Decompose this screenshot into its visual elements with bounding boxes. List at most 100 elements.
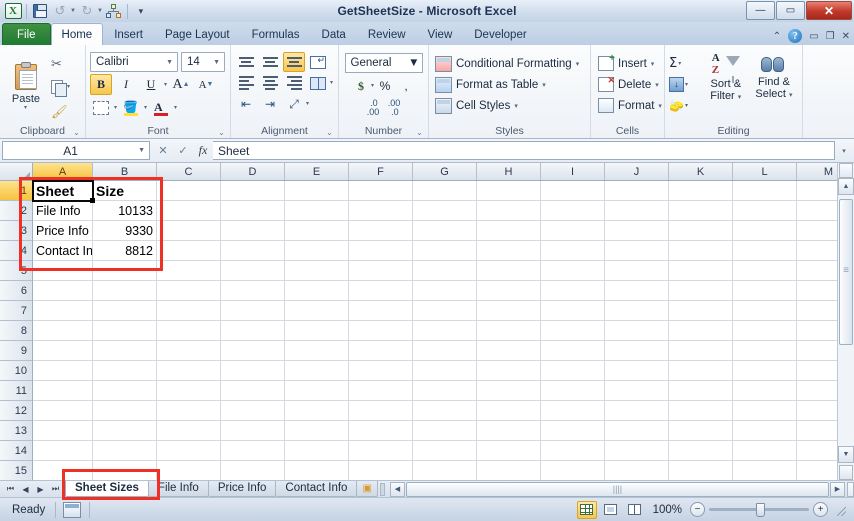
align-left-button[interactable] <box>235 73 257 93</box>
cell-G4[interactable] <box>413 241 477 261</box>
cell-I7[interactable] <box>541 301 605 321</box>
cell-A4[interactable]: Contact In <box>33 241 93 261</box>
resize-grip[interactable] <box>834 504 846 516</box>
font-size-dropdown-icon[interactable]: ▼ <box>211 59 222 66</box>
cell-B5[interactable] <box>93 261 157 281</box>
cell-E4[interactable] <box>285 241 349 261</box>
comma-format-button[interactable]: , <box>396 76 416 96</box>
row-header-8[interactable]: 8 <box>0 321 32 341</box>
cell-A14[interactable] <box>33 441 93 461</box>
find-select-dropdown-icon[interactable]: ▾ <box>789 92 793 99</box>
cell-B9[interactable] <box>93 341 157 361</box>
cell-D1[interactable] <box>221 181 285 201</box>
sheet-tab-contact-info[interactable]: Contact Info <box>275 480 358 497</box>
cell-H3[interactable] <box>477 221 541 241</box>
cell-F8[interactable] <box>349 321 413 341</box>
cell-G7[interactable] <box>413 301 477 321</box>
paste-button[interactable]: Paste ▾ <box>4 50 48 122</box>
cell-H1[interactable] <box>477 181 541 201</box>
cell-K11[interactable] <box>669 381 733 401</box>
borders-button[interactable] <box>90 97 112 118</box>
cell-K4[interactable] <box>669 241 733 261</box>
normal-view-button[interactable] <box>576 500 597 519</box>
cell-J6[interactable] <box>605 281 669 301</box>
align-middle-button[interactable] <box>259 52 281 72</box>
cell-F11[interactable] <box>349 381 413 401</box>
cell-I11[interactable] <box>541 381 605 401</box>
cell-J5[interactable] <box>605 261 669 281</box>
row-header-11[interactable]: 11 <box>0 381 32 401</box>
cell-J4[interactable] <box>605 241 669 261</box>
cell-B14[interactable] <box>93 441 157 461</box>
cell-F15[interactable] <box>349 461 413 480</box>
cell-B8[interactable] <box>93 321 157 341</box>
cell-I14[interactable] <box>541 441 605 461</box>
cell-A13[interactable] <box>33 421 93 441</box>
cell-G15[interactable] <box>413 461 477 480</box>
cell-B7[interactable] <box>93 301 157 321</box>
cell-A10[interactable] <box>33 361 93 381</box>
cell-J9[interactable] <box>605 341 669 361</box>
cell-K13[interactable] <box>669 421 733 441</box>
cell-B15[interactable] <box>93 461 157 480</box>
conditional-formatting-dropdown-icon[interactable]: ▾ <box>576 60 580 68</box>
merge-dropdown-icon[interactable]: ▾ <box>330 80 333 86</box>
row-header-5[interactable]: 5 <box>0 261 32 281</box>
scroll-right-icon[interactable]: ▶ <box>830 481 845 497</box>
doc-minimize-icon[interactable]: ▭ <box>809 31 818 42</box>
cell-L15[interactable] <box>733 461 797 480</box>
cell-I15[interactable] <box>541 461 605 480</box>
column-header-F[interactable]: F <box>349 163 413 180</box>
number-dialog-launcher[interactable]: ⌄ <box>415 128 424 137</box>
zoom-in-button[interactable]: + <box>813 502 828 517</box>
autosum-button[interactable]: Σ ▾ <box>669 53 702 74</box>
horizontal-scrollbar[interactable]: ◀ |||| ▶ <box>389 481 845 497</box>
font-name-combo[interactable]: Calibri ▼ <box>90 52 178 72</box>
delete-dropdown-icon[interactable]: ▾ <box>655 81 659 89</box>
cell-M6[interactable] <box>797 281 837 301</box>
cell-B6[interactable] <box>93 281 157 301</box>
cell-J14[interactable] <box>605 441 669 461</box>
cell-H2[interactable] <box>477 201 541 221</box>
cell-M15[interactable] <box>797 461 837 480</box>
cell-I6[interactable] <box>541 281 605 301</box>
cell-F9[interactable] <box>349 341 413 361</box>
cell-A9[interactable] <box>33 341 93 361</box>
cell-M12[interactable] <box>797 401 837 421</box>
cell-C12[interactable] <box>157 401 221 421</box>
cell-E6[interactable] <box>285 281 349 301</box>
zoom-level[interactable]: 100% <box>649 504 686 516</box>
tab-developer[interactable]: Developer <box>463 24 537 45</box>
cell-M10[interactable] <box>797 361 837 381</box>
delete-cells-button[interactable]: Delete ▾ <box>595 74 660 95</box>
cell-E10[interactable] <box>285 361 349 381</box>
cell-C10[interactable] <box>157 361 221 381</box>
zoom-slider-knob[interactable] <box>756 502 765 517</box>
cell-G12[interactable] <box>413 401 477 421</box>
tab-review[interactable]: Review <box>357 24 417 45</box>
fill-button[interactable]: ↓ ▾ <box>669 74 702 95</box>
cell-G11[interactable] <box>413 381 477 401</box>
copy-dropdown-icon[interactable]: ▾ <box>67 84 70 90</box>
column-header-I[interactable]: I <box>541 163 605 180</box>
orientation-button[interactable]: ⤢ <box>283 94 305 114</box>
column-header-C[interactable]: C <box>157 163 221 180</box>
cell-F3[interactable] <box>349 221 413 241</box>
close-button[interactable]: ✕ <box>806 1 852 20</box>
row-header-2[interactable]: 2 <box>0 201 32 221</box>
cell-D7[interactable] <box>221 301 285 321</box>
cell-G14[interactable] <box>413 441 477 461</box>
formula-input[interactable]: Sheet <box>213 141 835 160</box>
cell-I1[interactable] <box>541 181 605 201</box>
cell-B1[interactable]: Size <box>93 181 157 201</box>
insert-cells-button[interactable]: Insert ▾ <box>595 53 660 74</box>
undo-dropdown-icon[interactable]: ▼ <box>70 8 76 14</box>
zoom-out-button[interactable]: − <box>690 502 705 517</box>
next-sheet-icon[interactable]: ▶ <box>33 482 48 497</box>
cell-D2[interactable] <box>221 201 285 221</box>
italic-button[interactable]: I <box>115 74 137 95</box>
cell-area[interactable]: Sheet Size File Info 10133 Price Info 9330 Con… <box>33 181 837 480</box>
cell-M8[interactable] <box>797 321 837 341</box>
cell-C4[interactable] <box>157 241 221 261</box>
font-name-dropdown-icon[interactable]: ▼ <box>164 59 175 66</box>
